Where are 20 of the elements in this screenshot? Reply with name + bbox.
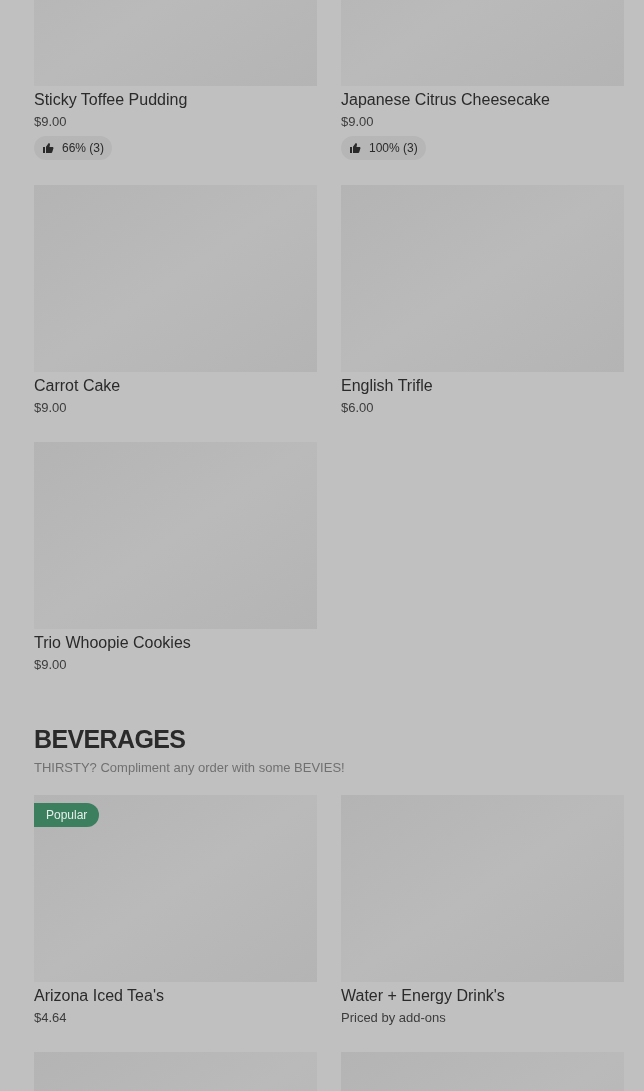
rating-badge: 66% (3) [34,136,113,160]
item-title: Water + Energy Drink's [341,985,506,1006]
item-title: English Trifle [341,376,434,396]
rating-badge: 100% (3) [341,136,426,160]
item-price: Priced by add-ons [341,1008,447,1027]
item-title: Japanese Citrus Cheesecake [341,90,551,110]
item-title: Trio Whoopie Cookies [34,633,192,653]
item-title: Carrot Cake [34,376,122,396]
item-price: $4.64 [34,1008,68,1027]
item-price: $9.00 [34,656,68,674]
item-title: Sticky Toffee Pudding [34,90,189,110]
item-title: Arizona Iced Tea's [34,985,165,1006]
item-price: $9.00 [341,113,375,131]
thumbs-up-icon [349,142,361,154]
section-description: THIRSTY? Compliment any order with some BEVIES! [34,759,346,777]
section-heading: BEVERAGES [34,724,187,754]
thumbs-up-icon [42,142,54,154]
item-price: $9.00 [34,399,68,417]
item-price: $9.00 [34,113,68,131]
item-price: $6.00 [341,399,375,417]
